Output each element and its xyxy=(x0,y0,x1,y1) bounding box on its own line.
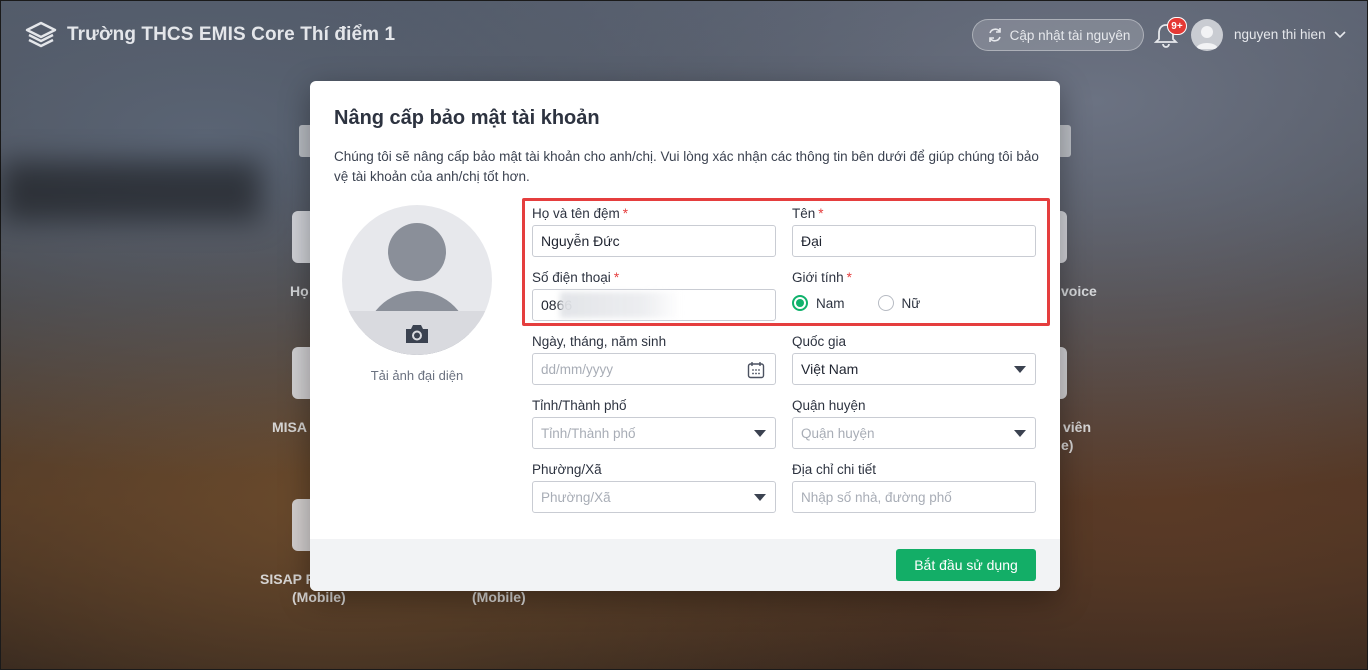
background-app-label: SISAP F xyxy=(260,571,315,587)
camera-icon[interactable] xyxy=(404,323,430,345)
background-app-label: voice xyxy=(1061,283,1097,299)
chevron-down-icon[interactable] xyxy=(1334,29,1346,39)
gender-options: Nam Nữ xyxy=(792,295,920,311)
country-select[interactable]: Việt Nam xyxy=(792,353,1036,385)
user-avatar[interactable] xyxy=(1191,19,1223,51)
background-app-label: viên xyxy=(1063,419,1092,435)
last-middle-name-input[interactable]: Nguyễn Đức xyxy=(532,225,776,257)
required-mark: * xyxy=(613,270,620,285)
brand[interactable]: Trường THCS EMIS Core Thí điểm 1 xyxy=(25,21,395,49)
province-select[interactable]: Tỉnh/Thành phố xyxy=(532,417,776,449)
modal-description: Chúng tôi sẽ nâng cấp bảo mật tài khoản … xyxy=(334,149,1039,184)
address-input[interactable]: Nhập số nhà, đường phố xyxy=(792,481,1036,513)
sync-icon xyxy=(988,28,1001,42)
gender-male-radio[interactable] xyxy=(792,295,808,311)
upload-avatar-label[interactable]: Tải ảnh đại diện xyxy=(342,368,492,383)
avatar-head xyxy=(388,223,446,281)
gender-label: Giới tính * xyxy=(792,270,852,285)
first-name-label: Tên * xyxy=(792,206,824,221)
ward-select[interactable]: Phường/Xã xyxy=(532,481,776,513)
dropdown-arrow-icon xyxy=(754,430,766,437)
first-name-input[interactable]: Đại xyxy=(792,225,1036,257)
gender-female-radio[interactable] xyxy=(877,295,894,311)
redacted-phone-mask xyxy=(560,292,680,318)
account-security-modal: Nâng cấp bảo mật tài khoản Chúng tôi sẽ … xyxy=(310,81,1060,591)
background-shadow xyxy=(1,161,261,221)
dropdown-arrow-icon xyxy=(754,494,766,501)
district-select[interactable]: Quận huyện xyxy=(792,417,1036,449)
gender-male-label[interactable]: Nam xyxy=(816,296,845,311)
modal-footer: Bắt đầu sử dụng xyxy=(310,539,1060,591)
dropdown-arrow-icon xyxy=(1014,366,1026,373)
dob-label: Ngày, tháng, năm sinh xyxy=(532,334,667,349)
layers-logo-icon xyxy=(25,21,57,48)
gender-female-label[interactable]: Nữ xyxy=(902,296,921,311)
start-using-button[interactable]: Bắt đầu sử dụng xyxy=(896,549,1036,581)
top-bar: Trường THCS EMIS Core Thí điểm 1 Cập nhậ… xyxy=(1,1,1367,69)
background-app-label: e) xyxy=(1061,437,1074,453)
notification-badge: 9+ xyxy=(1167,17,1187,35)
modal-title: Nâng cấp bảo mật tài khoản xyxy=(334,107,600,129)
school-name: Trường THCS EMIS Core Thí điểm 1 xyxy=(67,24,396,45)
calendar-icon[interactable] xyxy=(747,361,765,379)
background-app-label: (Mobile) xyxy=(292,589,346,605)
user-name[interactable]: nguyen thi hien xyxy=(1234,27,1326,42)
background-app-label: MISA xyxy=(272,419,307,435)
avatar-upload[interactable] xyxy=(342,205,492,355)
province-label: Tỉnh/Thành phố xyxy=(532,398,627,413)
address-label: Địa chỉ chi tiết xyxy=(792,462,877,477)
dob-input[interactable]: dd/mm/yyyy xyxy=(532,353,776,385)
district-label: Quận huyện xyxy=(792,398,866,413)
user-silhouette-icon xyxy=(1196,26,1218,49)
required-mark: * xyxy=(846,270,852,285)
required-mark: * xyxy=(818,206,824,221)
last-middle-name-label: Họ và tên đệm * xyxy=(532,206,629,221)
update-resources-label: Cập nhật tài nguyên xyxy=(1009,27,1131,43)
country-label: Quốc gia xyxy=(792,334,847,349)
phone-input[interactable]: 0866 xyxy=(532,289,776,321)
background-app-label: (Mobile) xyxy=(472,589,526,605)
phone-label: Số điện thoại * xyxy=(532,270,620,285)
ward-label: Phường/Xã xyxy=(532,462,602,477)
required-mark: * xyxy=(622,206,629,221)
background-app-label: Họ xyxy=(290,283,309,299)
update-resources-button[interactable]: Cập nhật tài nguyên xyxy=(972,19,1144,51)
dropdown-arrow-icon xyxy=(1014,430,1026,437)
